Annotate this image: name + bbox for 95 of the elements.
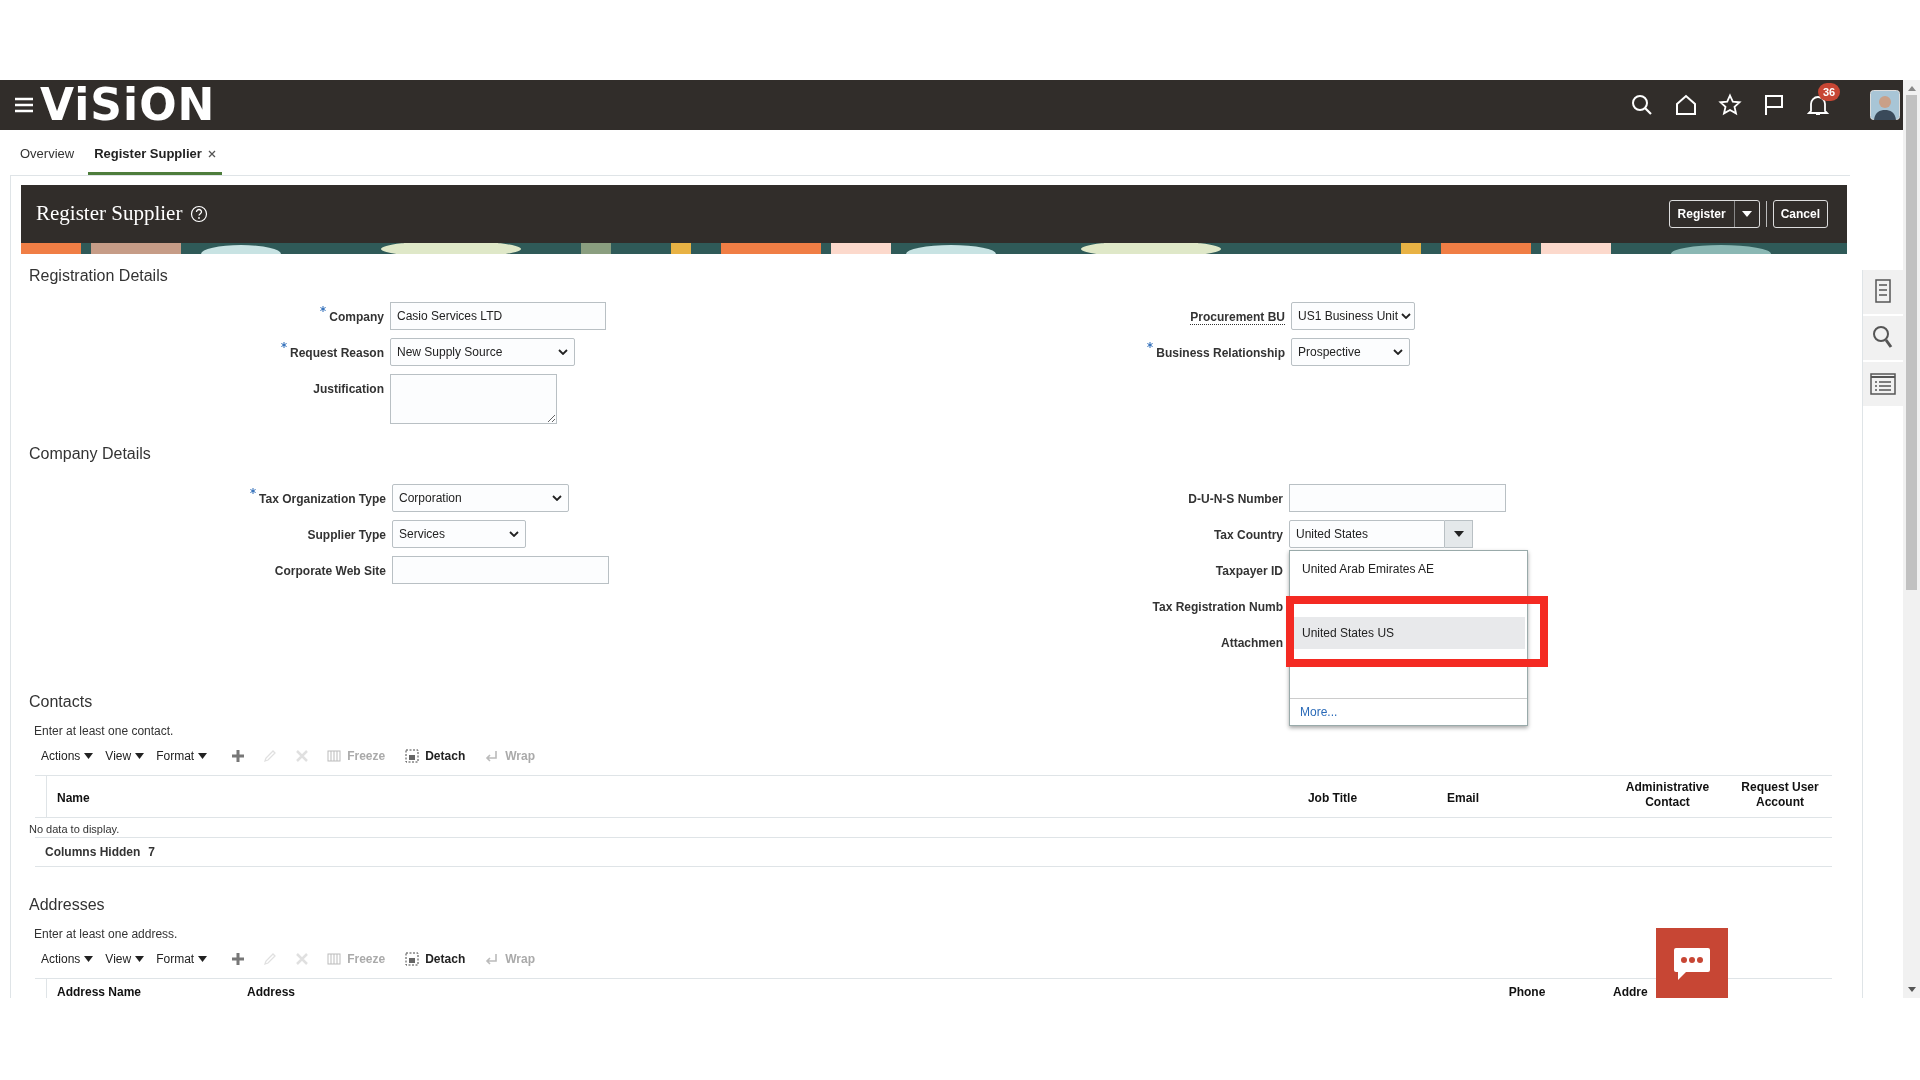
app-logo: ViSiON <box>40 83 216 127</box>
chat-button[interactable] <box>1656 928 1728 998</box>
field-label: Tax Country <box>1213 527 1283 544</box>
menu-icon[interactable] <box>14 97 34 113</box>
caret-icon <box>1741 211 1752 217</box>
column-header: Request User Account <box>1740 780 1820 810</box>
list-option[interactable]: United Arab Emirates AE <box>1292 553 1525 585</box>
combo-box[interactable]: United States <box>1289 520 1445 548</box>
instruction-text: Enter at least one address. <box>33 926 178 943</box>
select-field[interactable]: Corporation <box>392 484 569 512</box>
flag-icon[interactable] <box>1762 93 1786 117</box>
add-icon[interactable] <box>231 952 246 966</box>
caret-icon <box>198 956 208 962</box>
field-label: Taxpayer ID <box>1215 563 1283 580</box>
grid-icon <box>327 749 342 763</box>
chevron-down-icon <box>1401 313 1412 319</box>
chevron-down-icon <box>558 349 568 355</box>
dashed-frame-icon <box>405 952 420 966</box>
column-header: Administrative Contact <box>1624 780 1711 810</box>
select-field[interactable]: Services <box>392 520 526 548</box>
input-field[interactable]: Casio Services LTD <box>390 302 606 330</box>
page-title: Register Supplier <box>36 200 183 228</box>
search-icon[interactable] <box>1630 93 1654 117</box>
field-label: Tax Registration Numb <box>1152 599 1283 616</box>
instruction-text: Enter at least one contact. <box>33 723 174 740</box>
home-icon[interactable] <box>1674 93 1698 117</box>
return-arrow-icon <box>485 952 500 966</box>
section-title: Contacts <box>28 692 93 712</box>
tab[interactable]: Register Supplier <box>88 135 222 175</box>
empty-message: No data to display. <box>29 822 120 837</box>
dashed-frame-icon <box>405 749 420 763</box>
caret-icon <box>84 753 94 759</box>
cancel-button[interactable]: Cancel <box>1772 200 1828 228</box>
column-header: Address Name <box>57 985 142 998</box>
caret-icon <box>1453 531 1464 537</box>
section-title: Company Details <box>28 444 151 464</box>
column-header: Email <box>1447 790 1479 806</box>
caret-icon <box>84 956 94 962</box>
select-field[interactable]: Prospective <box>1291 338 1410 366</box>
scrollbar[interactable] <box>1903 80 1920 998</box>
field-label: Request Reason <box>289 345 384 362</box>
column-header: Job Title <box>1307 790 1358 806</box>
document-icon[interactable] <box>1863 270 1903 314</box>
hidden-columns-label: Columns Hidden <box>45 844 141 861</box>
field-label: Procurement BU <box>1190 309 1285 326</box>
caret-icon <box>135 956 145 962</box>
toolbar-button[interactable]: Detach <box>405 747 466 765</box>
menu-button[interactable]: Format <box>156 950 208 968</box>
section-title: Registration Details <box>28 266 168 286</box>
input-field[interactable] <box>1289 484 1506 512</box>
notification-badge: 36 <box>1818 83 1841 101</box>
section-title: Addresses <box>28 895 105 915</box>
caret-icon <box>198 753 208 759</box>
select-field[interactable]: New Supply Source <box>390 338 575 366</box>
field-label: Business Relationship <box>1156 345 1285 362</box>
add-icon[interactable] <box>231 749 246 763</box>
chevron-down-icon <box>552 495 562 501</box>
column-header: Phone <box>1508 985 1546 998</box>
menu-button[interactable]: Actions <box>41 950 94 968</box>
field-label: Corporate Web Site <box>274 563 386 580</box>
chevron-down-icon <box>509 531 519 537</box>
more-link[interactable]: More... <box>1290 699 1527 725</box>
search-icon[interactable] <box>1863 316 1903 360</box>
close-icon[interactable] <box>207 149 216 158</box>
grid-icon <box>327 952 342 966</box>
help-icon[interactable] <box>190 205 209 223</box>
field-label: Justification <box>313 381 384 398</box>
tab[interactable]: Overview <box>14 135 81 175</box>
input-field[interactable] <box>392 556 609 584</box>
field-label: Company <box>329 309 384 326</box>
avatar-icon[interactable] <box>1870 90 1900 120</box>
field-label: Tax Organization Type <box>259 491 386 508</box>
chevron-down-icon <box>1393 349 1403 355</box>
menu-button[interactable]: Actions <box>41 747 94 765</box>
menu-button[interactable]: Format <box>156 747 208 765</box>
menu-button[interactable]: View <box>105 950 145 968</box>
return-arrow-icon <box>485 749 500 763</box>
column-header: Name <box>57 790 90 806</box>
hidden-columns-count: 7 <box>148 844 156 861</box>
dropdown-button[interactable] <box>1445 520 1473 548</box>
scroll-up-icon[interactable] <box>1907 86 1916 91</box>
star-icon[interactable] <box>1718 93 1742 117</box>
field-label: Attachmen <box>1221 635 1283 652</box>
field-label: Supplier Type <box>307 527 386 544</box>
caret-icon <box>135 753 145 759</box>
toolbar-button[interactable]: Detach <box>405 950 466 968</box>
menu-button[interactable]: View <box>105 747 145 765</box>
scroll-down-icon[interactable] <box>1907 987 1916 992</box>
field-label: D-U-N-S Number <box>1188 491 1283 508</box>
column-header: Address <box>247 985 296 998</box>
list-option[interactable]: United States US <box>1292 617 1525 649</box>
chat-icon <box>1672 946 1712 982</box>
column-header: Addre <box>1613 985 1648 998</box>
list-icon[interactable] <box>1863 362 1903 406</box>
select-field[interactable]: US1 Business Unit <box>1291 302 1415 330</box>
